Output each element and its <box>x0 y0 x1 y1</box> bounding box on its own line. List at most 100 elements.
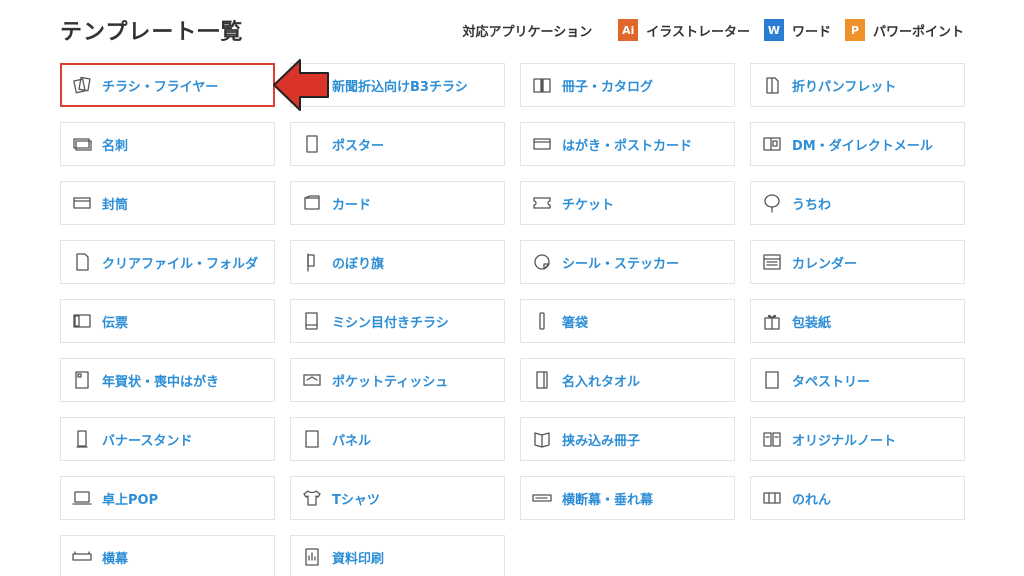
template-tile[interactable]: オリジナルノート <box>750 417 965 461</box>
envelope-icon <box>72 193 92 213</box>
template-tile-label: のぼり旗 <box>332 256 385 272</box>
template-tile[interactable]: チラシ・フライヤー <box>60 63 275 107</box>
template-tile[interactable]: 年賀状・喪中はがき <box>60 358 275 402</box>
direct-mail-icon <box>762 134 782 154</box>
template-tile-label: カード <box>332 197 372 213</box>
template-tile-label: 横幕 <box>102 551 129 567</box>
legend-item-illustrator: Ai イラストレーター <box>618 19 750 41</box>
slip-icon <box>72 311 92 331</box>
calendar-icon <box>762 252 782 272</box>
flyers-icon <box>72 75 92 95</box>
template-tile[interactable]: パネル <box>290 417 505 461</box>
poster-icon <box>302 134 322 154</box>
template-tile[interactable]: 横断幕・垂れ幕 <box>520 476 735 520</box>
template-tile-label: 横断幕・垂れ幕 <box>562 492 654 508</box>
template-tile[interactable]: 横幕 <box>60 535 275 576</box>
folded-pamphlet-icon <box>762 75 782 95</box>
perforated-flyer-icon <box>302 311 322 331</box>
template-tile[interactable]: 冊子・カタログ <box>520 63 735 107</box>
template-tile-label: 箸袋 <box>562 315 589 331</box>
template-grid: チラシ・フライヤー 新聞折込向けB3チラシ 冊子・カタログ 折りパンフレット 名刺 ポスタ… <box>60 63 965 576</box>
template-tile[interactable]: バナースタンド <box>60 417 275 461</box>
template-tile[interactable]: ポスター <box>290 122 505 166</box>
postcard-icon <box>532 134 552 154</box>
template-tile-label: パネル <box>332 433 372 449</box>
desktop-pop-icon <box>72 488 92 508</box>
template-tile-label: オリジナルノート <box>792 433 897 449</box>
template-tile-label: 冊子・カタログ <box>562 79 654 95</box>
template-tile-label: チケット <box>562 197 615 213</box>
insert-booklet-icon <box>532 429 552 449</box>
template-tile[interactable]: はがき・ポストカード <box>520 122 735 166</box>
card-icon <box>302 193 322 213</box>
template-tile[interactable]: 包装紙 <box>750 299 965 343</box>
legend-item-word: W ワード <box>763 19 831 41</box>
template-tile-label: ポスター <box>332 138 385 154</box>
notebook-icon <box>762 429 782 449</box>
template-tile[interactable]: Tシャツ <box>290 476 505 520</box>
page-title: テンプレート一覧 <box>60 20 244 45</box>
panel-icon <box>302 429 322 449</box>
template-tile-label: カレンダー <box>792 256 858 272</box>
legend-app-name: イラストレーター <box>646 24 750 40</box>
template-tile-label: のれん <box>792 492 832 508</box>
arrow-left-icon <box>273 59 329 111</box>
template-tile-label: 卓上POP <box>102 492 159 508</box>
template-tile[interactable]: 伝票 <box>60 299 275 343</box>
template-tile-label: 名刺 <box>102 138 129 154</box>
book-icon <box>532 75 552 95</box>
tapestry-icon <box>762 370 782 390</box>
illustrator-icon: Ai <box>618 19 639 41</box>
template-tile[interactable]: タペストリー <box>750 358 965 402</box>
noren-icon <box>762 488 782 508</box>
legend-item-powerpoint: P パワーポイント <box>844 19 964 41</box>
template-tile[interactable]: ポケットティッシュ <box>290 358 505 402</box>
template-tile-label: 伝票 <box>102 315 129 331</box>
banner-stand-icon <box>72 429 92 449</box>
powerpoint-icon: P <box>844 19 865 41</box>
template-tile-label: うちわ <box>792 197 832 213</box>
template-tile[interactable]: 挟み込み冊子 <box>520 417 735 461</box>
template-tile-label: 折りパンフレット <box>792 79 897 95</box>
business-card-icon <box>72 134 92 154</box>
template-tile-label: はがき・ポストカード <box>562 138 693 154</box>
side-banner-icon <box>72 547 92 567</box>
template-tile[interactable]: 箸袋 <box>520 299 735 343</box>
clear-file-icon <box>72 252 92 272</box>
template-tile[interactable]: ミシン目付きチラシ <box>290 299 505 343</box>
template-tile[interactable]: 資料印刷 <box>290 535 505 576</box>
template-tile-label: DM・ダイレクトメール <box>792 138 933 154</box>
template-tile-label: タペストリー <box>792 374 871 390</box>
template-tile[interactable]: シール・ステッカー <box>520 240 735 284</box>
template-tile[interactable]: クリアファイル・フォルダ <box>60 240 275 284</box>
template-tile-label: ミシン目付きチラシ <box>332 315 449 331</box>
sticker-icon <box>532 252 552 272</box>
horizontal-banner-icon <box>532 488 552 508</box>
template-tile[interactable]: DM・ダイレクトメール <box>750 122 965 166</box>
template-tile-label: 名入れタオル <box>562 374 641 390</box>
template-tile[interactable]: チケット <box>520 181 735 225</box>
banner-flag-icon <box>302 252 322 272</box>
legend-app-name: パワーポイント <box>872 24 964 40</box>
greeting-card-icon <box>72 370 92 390</box>
template-tile[interactable]: カード <box>290 181 505 225</box>
template-tile[interactable]: のれん <box>750 476 965 520</box>
fan-icon <box>762 193 782 213</box>
pocket-tissue-icon <box>302 370 322 390</box>
template-tile[interactable]: うちわ <box>750 181 965 225</box>
template-tile[interactable]: 名入れタオル <box>520 358 735 402</box>
template-tile[interactable]: 名刺 <box>60 122 275 166</box>
template-tile[interactable]: のぼり旗 <box>290 240 505 284</box>
chopstick-sleeve-icon <box>532 311 552 331</box>
template-tile[interactable]: 封筒 <box>60 181 275 225</box>
template-tile-label: 挟み込み冊子 <box>562 433 641 449</box>
template-tile-label: クリアファイル・フォルダ <box>102 256 259 272</box>
template-tile-label: 封筒 <box>102 197 129 213</box>
template-tile[interactable]: カレンダー <box>750 240 965 284</box>
legend-app-name: ワード <box>791 24 831 40</box>
template-tile-label: チラシ・フライヤー <box>102 79 219 95</box>
word-icon: W <box>763 19 784 41</box>
template-tile-label: Tシャツ <box>332 492 380 508</box>
template-tile[interactable]: 折りパンフレット <box>750 63 965 107</box>
template-tile[interactable]: 卓上POP <box>60 476 275 520</box>
